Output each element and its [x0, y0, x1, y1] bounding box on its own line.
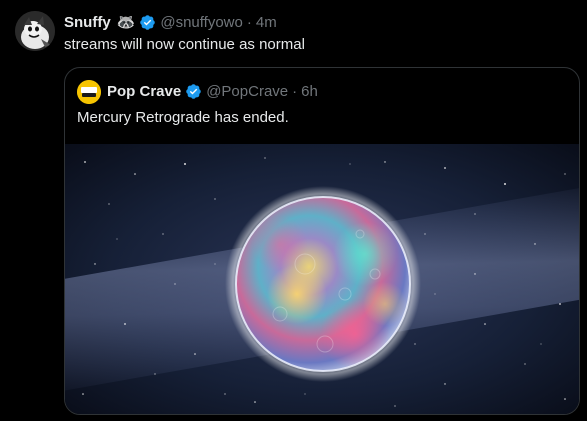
quoted-tweet-timestamp[interactable]: 6h	[301, 83, 318, 100]
tweet[interactable]: Snuffy 🦝 @snuffyowo · 4m streams will no…	[0, 0, 587, 421]
quoted-author-avatar[interactable]	[77, 80, 101, 104]
planet-mercury-image	[65, 144, 579, 414]
author-name[interactable]: Snuffy	[64, 14, 111, 31]
tweet-header: Snuffy 🦝 @snuffyowo · 4m	[64, 13, 277, 31]
raccoon-emoji-icon: 🦝	[116, 13, 136, 31]
verified-badge-icon[interactable]	[185, 83, 202, 100]
quoted-author-name[interactable]: Pop Crave	[107, 83, 181, 100]
quoted-tweet-text: Mercury Retrograde has ended.	[77, 109, 289, 126]
author-handle[interactable]: @snuffyowo	[160, 14, 243, 31]
verified-badge-icon[interactable]	[139, 14, 156, 31]
cartoon-avatar-icon	[15, 11, 55, 51]
quoted-tweet-header: Pop Crave @PopCrave · 6h	[107, 82, 318, 100]
tweet-timestamp[interactable]: 4m	[256, 14, 277, 31]
separator-dot: ·	[292, 82, 298, 100]
pop-crave-logo-icon	[77, 80, 101, 104]
author-avatar[interactable]	[15, 11, 55, 51]
quoted-author-handle[interactable]: @PopCrave	[206, 83, 288, 100]
quoted-tweet[interactable]: Pop Crave @PopCrave · 6h Mercury Retrogr…	[64, 67, 580, 415]
tweet-text: streams will now continue as normal	[64, 36, 305, 53]
separator-dot: ·	[246, 13, 252, 31]
quoted-tweet-media[interactable]	[65, 144, 579, 414]
